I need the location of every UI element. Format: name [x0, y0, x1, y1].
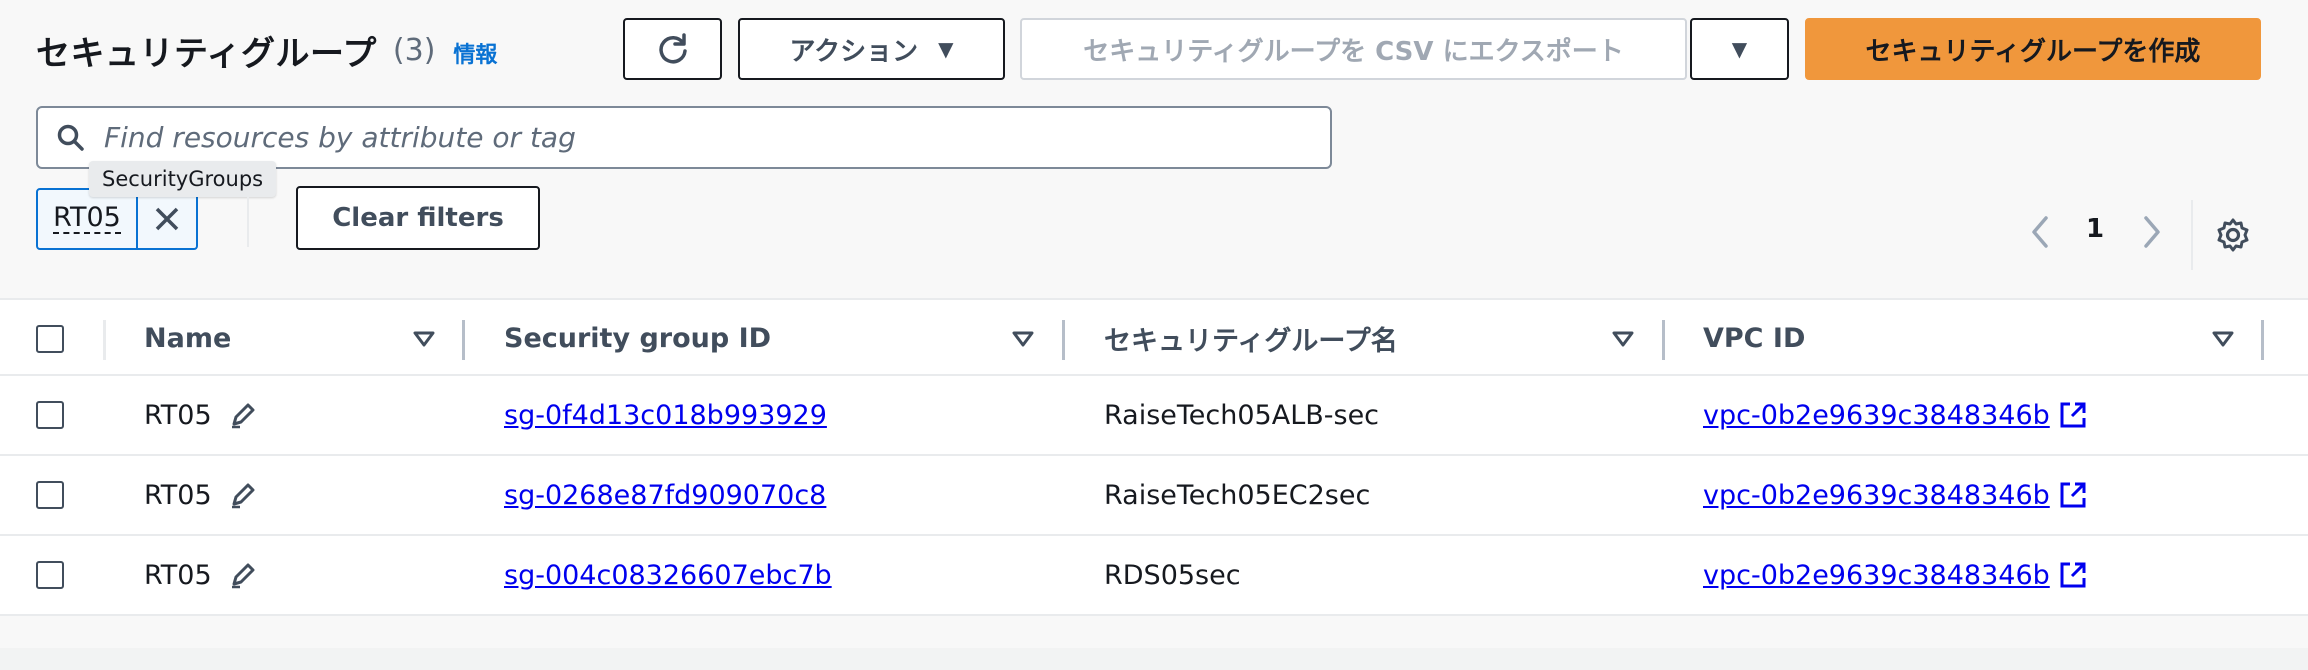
page-number[interactable]: 1	[2086, 214, 2104, 244]
external-link-icon[interactable]	[2058, 400, 2088, 430]
column-header-sg-id[interactable]: Security group ID	[504, 300, 771, 376]
external-link-icon[interactable]	[2058, 480, 2088, 510]
search-input[interactable]	[104, 121, 1304, 154]
sg-name-cell: RDS05sec	[1104, 559, 1241, 591]
row-checkbox[interactable]	[36, 401, 64, 429]
table-header: Name Security group ID セキュリティグループ名 VPC I…	[0, 298, 2308, 376]
clear-filters-label: Clear filters	[332, 203, 504, 233]
divider	[2191, 200, 2193, 270]
remove-filter-button[interactable]	[138, 190, 196, 248]
column-divider[interactable]	[1062, 320, 1065, 360]
table-row[interactable]: RT05 sg-0268e87fd909070c8 RaiseTech05EC2…	[0, 456, 2308, 536]
row-checkbox[interactable]	[36, 481, 64, 509]
sg-id-cell: sg-0f4d13c018b993929	[504, 376, 827, 454]
column-divider[interactable]	[2261, 320, 2264, 360]
edit-icon[interactable]	[228, 400, 258, 430]
name-value: RT05	[144, 559, 212, 591]
filter-token-value: RT05	[53, 202, 121, 234]
vpc-id-link[interactable]: vpc-0b2e9639c3848346b	[1703, 400, 2050, 431]
column-divider	[103, 320, 106, 360]
chevron-right-icon[interactable]	[2140, 214, 2164, 254]
close-icon	[155, 207, 179, 231]
filter-tooltip: SecurityGroups	[89, 161, 277, 197]
export-options-button[interactable]: ▼	[1690, 18, 1789, 80]
vpc-id-link[interactable]: vpc-0b2e9639c3848346b	[1703, 560, 2050, 591]
name-value: RT05	[144, 479, 212, 511]
name-cell: RT05	[144, 376, 258, 454]
name-value: RT05	[144, 399, 212, 431]
select-all-checkbox[interactable]	[36, 325, 64, 353]
actions-label: アクション	[789, 36, 919, 67]
column-header-vpc-id[interactable]: VPC ID	[1703, 300, 1805, 376]
page-title: セキュリティグループ	[36, 33, 377, 74]
edit-icon[interactable]	[228, 560, 258, 590]
chevron-left-icon[interactable]	[2028, 214, 2052, 254]
sg-id-link[interactable]: sg-0268e87fd909070c8	[504, 480, 826, 511]
external-link-icon[interactable]	[2058, 560, 2088, 590]
row-checkbox[interactable]	[36, 561, 64, 589]
sort-icon[interactable]	[1011, 330, 1035, 348]
name-cell: RT05	[144, 456, 258, 534]
gear-icon[interactable]	[2214, 216, 2252, 258]
sort-icon[interactable]	[2211, 330, 2235, 348]
sg-id-cell: sg-004c08326607ebc7b	[504, 536, 832, 614]
info-link[interactable]: 情報	[453, 37, 497, 69]
vpc-id-link[interactable]: vpc-0b2e9639c3848346b	[1703, 480, 2050, 511]
caret-down-icon: ▼	[938, 37, 954, 61]
create-security-group-button[interactable]: セキュリティグループを作成	[1805, 18, 2261, 80]
column-header-sg-name[interactable]: セキュリティグループ名	[1104, 300, 1398, 376]
search-icon	[38, 123, 104, 153]
table-footer	[0, 648, 2308, 670]
sg-id-link[interactable]: sg-0f4d13c018b993929	[504, 400, 827, 431]
column-divider[interactable]	[462, 320, 465, 360]
refresh-button[interactable]	[623, 18, 722, 80]
sort-icon[interactable]	[1611, 330, 1635, 348]
caret-down-icon: ▼	[1731, 37, 1748, 61]
refresh-icon	[658, 33, 687, 64]
sg-id-link[interactable]: sg-004c08326607ebc7b	[504, 560, 832, 591]
divider	[247, 195, 249, 247]
export-csv-button[interactable]: セキュリティグループを CSV にエクスポート	[1020, 18, 1687, 80]
sg-name-cell: RaiseTech05EC2sec	[1104, 479, 1371, 511]
vpc-id-cell: vpc-0b2e9639c3848346b	[1703, 536, 2088, 614]
vpc-id-cell: vpc-0b2e9639c3848346b	[1703, 456, 2088, 534]
actions-dropdown[interactable]: アクション ▼	[738, 18, 1005, 80]
export-label: セキュリティグループを CSV にエクスポート	[1083, 36, 1624, 67]
column-divider[interactable]	[1662, 320, 1665, 360]
sg-id-cell: sg-0268e87fd909070c8	[504, 456, 826, 534]
edit-icon[interactable]	[228, 480, 258, 510]
page-header: セキュリティグループ (3) 情報	[36, 18, 497, 82]
name-cell: RT05	[144, 536, 258, 614]
table-row[interactable]: RT05 sg-004c08326607ebc7b RDS05sec vpc-0…	[0, 536, 2308, 616]
search-bar[interactable]	[36, 106, 1332, 169]
clear-filters-button[interactable]: Clear filters	[296, 186, 540, 250]
resource-count: (3)	[392, 32, 436, 68]
sort-icon[interactable]	[412, 330, 436, 348]
sg-name-cell: RaiseTech05ALB-sec	[1104, 399, 1380, 431]
table-row[interactable]: RT05 sg-0f4d13c018b993929 RaiseTech05ALB…	[0, 376, 2308, 456]
column-header-name[interactable]: Name	[144, 300, 231, 376]
create-label: セキュリティグループを作成	[1865, 36, 2201, 67]
security-groups-table: Name Security group ID セキュリティグループ名 VPC I…	[0, 298, 2308, 616]
vpc-id-cell: vpc-0b2e9639c3848346b	[1703, 376, 2088, 454]
filter-token-label[interactable]: RT05	[38, 190, 138, 248]
filter-token: RT05	[36, 188, 198, 250]
